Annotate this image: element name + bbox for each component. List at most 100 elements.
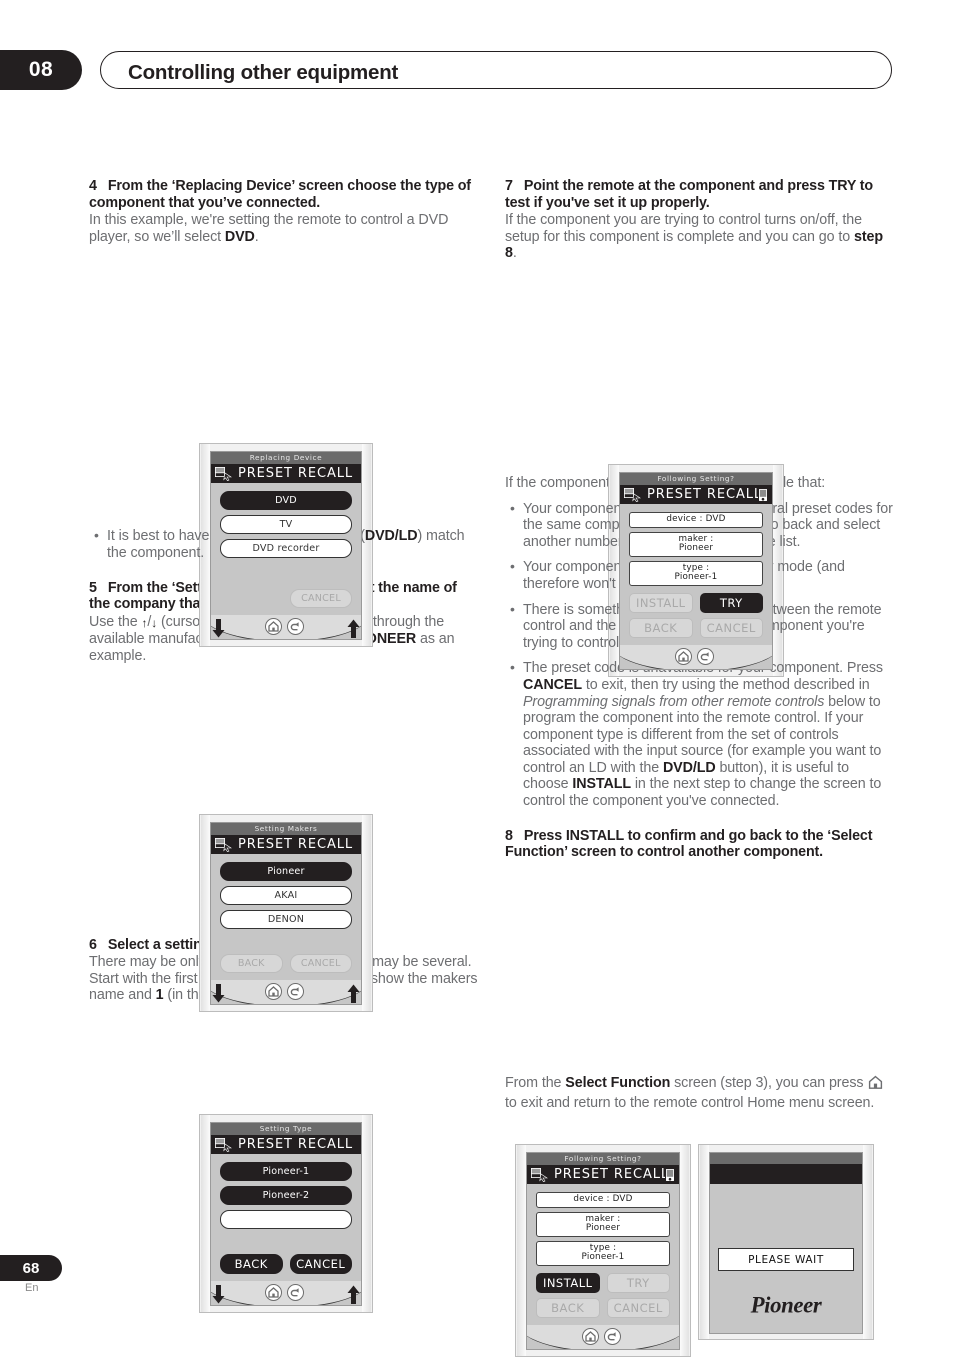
- figure-replacing-device: Replacing Device PRESET RECALL DVD TV DV…: [199, 443, 373, 647]
- step-4-number: 4: [89, 178, 97, 194]
- install-button[interactable]: INSTALL: [536, 1272, 600, 1293]
- list-item[interactable]: DENON: [220, 910, 352, 929]
- home-icon[interactable]: [265, 618, 282, 635]
- screen-navbar: [620, 644, 772, 669]
- preset-recall-icon: [214, 837, 233, 853]
- cancel-button[interactable]: CANCEL: [290, 589, 352, 608]
- bullet-4-bold3: INSTALL: [572, 776, 631, 793]
- left-column: 4 From the ‘Replacing Device’ screen choo…: [89, 178, 479, 1313]
- field-type-line2: Pioneer-1: [674, 572, 718, 582]
- step-8-heading: 8 Press INSTALL to confirm and go back to…: [505, 828, 895, 861]
- try-button[interactable]: TRY: [606, 1272, 670, 1293]
- screen-title-bar: PRESET RECALL: [527, 1165, 679, 1184]
- field-type: type : Pioneer-1: [536, 1240, 670, 1266]
- screen-title-bar-blank: [710, 1164, 862, 1184]
- arrow-down-icon[interactable]: [212, 984, 225, 1003]
- back-button[interactable]: BACK: [629, 617, 693, 638]
- step-4-body: In this example, we're setting the remot…: [89, 212, 479, 245]
- back-icon[interactable]: [287, 1284, 304, 1301]
- arrow-up-icon[interactable]: [347, 984, 360, 1003]
- screen-strip-title: Following Setting?: [527, 1153, 679, 1165]
- screen-button-row-1: INSTALL TRY: [629, 592, 763, 618]
- chapter-number-badge: 08: [0, 50, 82, 90]
- home-icon[interactable]: [265, 983, 282, 1000]
- home-icon[interactable]: [675, 647, 692, 665]
- back-icon[interactable]: [287, 618, 304, 635]
- list-item[interactable]: Pioneer-1: [220, 1162, 352, 1181]
- cancel-button[interactable]: CANCEL: [606, 1297, 670, 1318]
- screen-title-bar: PRESET RECALL: [211, 464, 361, 483]
- bullet-4-bold1: CANCEL: [523, 676, 582, 693]
- page-title: Controlling other equipment: [128, 61, 399, 84]
- figure-setting-type: Setting Type PRESET RECALL Pioneer-1 Pio…: [199, 1114, 373, 1313]
- right-column: 7 Point the remote at the component and p…: [505, 178, 895, 1357]
- remote-illustration: PLEASE WAIT Pioneer: [698, 1144, 874, 1340]
- home-icon[interactable]: [265, 1284, 282, 1301]
- screen-navbar: [527, 1324, 679, 1349]
- navbar-curve: [211, 615, 361, 639]
- step-7-body-part2: .: [512, 245, 517, 262]
- screen-strip-title: Following Setting?: [620, 473, 772, 485]
- remote-screen: Replacing Device PRESET RECALL DVD TV DV…: [210, 451, 362, 640]
- pioneer-logo: Pioneer: [710, 1284, 862, 1327]
- back-button[interactable]: BACK: [220, 1254, 283, 1274]
- cancel-button[interactable]: CANCEL: [289, 954, 352, 973]
- screen-button-row-1: INSTALL TRY: [536, 1272, 670, 1298]
- install-button[interactable]: INSTALL: [629, 592, 693, 613]
- try-button[interactable]: TRY: [699, 592, 763, 613]
- list-item[interactable]: DVD: [220, 491, 352, 510]
- step-7-heading-text: Point the remote at the component and pr…: [505, 178, 873, 211]
- field-device: device : DVD: [629, 512, 763, 528]
- step-7-number: 7: [505, 178, 513, 194]
- remote-bevel-right: [362, 815, 371, 1011]
- list-item[interactable]: AKAI: [220, 886, 352, 905]
- remote-illustration: Setting Makers PRESET RECALL Pioneer AKA…: [199, 814, 373, 1012]
- cancel-button[interactable]: CANCEL: [289, 1254, 352, 1274]
- list-item[interactable]: TV: [220, 515, 352, 534]
- field-type-line2: Pioneer-1: [581, 1252, 625, 1262]
- list-item[interactable]: DVD recorder: [220, 539, 352, 558]
- remote-bevel-right: [680, 1145, 689, 1356]
- step-6-bold1: 1: [155, 987, 164, 1004]
- field-device-line1: device : DVD: [573, 1194, 633, 1204]
- bullet-4-italic: Programming signals from other remote co…: [523, 693, 825, 710]
- cancel-button[interactable]: CANCEL: [699, 617, 763, 638]
- step-4-heading-text: From the ‘Replacing Device’ screen choos…: [89, 178, 471, 211]
- remote-bevel-left: [700, 1145, 709, 1339]
- arrow-up-icon[interactable]: [347, 1285, 360, 1304]
- list-item[interactable]: [220, 1210, 352, 1229]
- closing-bold: Select Function: [565, 1074, 671, 1091]
- screen-strip-title: Setting Makers: [211, 823, 361, 835]
- arrow-down-icon[interactable]: [212, 619, 225, 638]
- field-device-line1: device : DVD: [666, 514, 726, 524]
- screen-body: Pioneer AKAI DENON BACK CANCEL: [211, 854, 361, 978]
- please-wait-message: PLEASE WAIT: [718, 1248, 854, 1271]
- preset-recall-icon: [623, 487, 642, 503]
- step-5-body-part1: Use the: [89, 613, 142, 630]
- remote-bevel-left: [201, 1115, 210, 1312]
- home-icon[interactable]: [582, 1327, 599, 1345]
- back-icon[interactable]: [287, 983, 304, 1000]
- arrow-down-icon[interactable]: [212, 1285, 225, 1304]
- preset-recall-icon: [214, 466, 233, 482]
- back-button[interactable]: BACK: [220, 954, 283, 973]
- screen-title-bar: PRESET RECALL: [211, 835, 361, 854]
- list-item[interactable]: Pioneer: [220, 862, 352, 881]
- arrow-up-icon[interactable]: [347, 619, 360, 638]
- list-item: The preset code is unavailable for your …: [505, 659, 895, 809]
- remote-screen: Setting Makers PRESET RECALL Pioneer AKA…: [210, 822, 362, 1005]
- screen-button-row-2: BACK CANCEL: [629, 617, 763, 643]
- back-icon[interactable]: [697, 647, 714, 665]
- navbar-curve: [620, 644, 772, 669]
- back-icon[interactable]: [604, 1327, 621, 1345]
- back-button[interactable]: BACK: [536, 1297, 600, 1318]
- remote-bevel-left: [201, 815, 210, 1011]
- closing-note: From the Select Function screen (step 3)…: [505, 1074, 895, 1112]
- screen-title-bar: PRESET RECALL: [620, 485, 772, 504]
- list-item[interactable]: Pioneer-2: [220, 1186, 352, 1205]
- screen-title-label: PRESET RECALL: [238, 1137, 354, 1152]
- screen-body: Pioneer-1 Pioneer-2 BACK CANCEL: [211, 1154, 361, 1279]
- navbar-curve: [527, 1324, 679, 1349]
- preset-recall-icon: [214, 1137, 233, 1153]
- field-maker: maker : Pioneer: [536, 1211, 670, 1237]
